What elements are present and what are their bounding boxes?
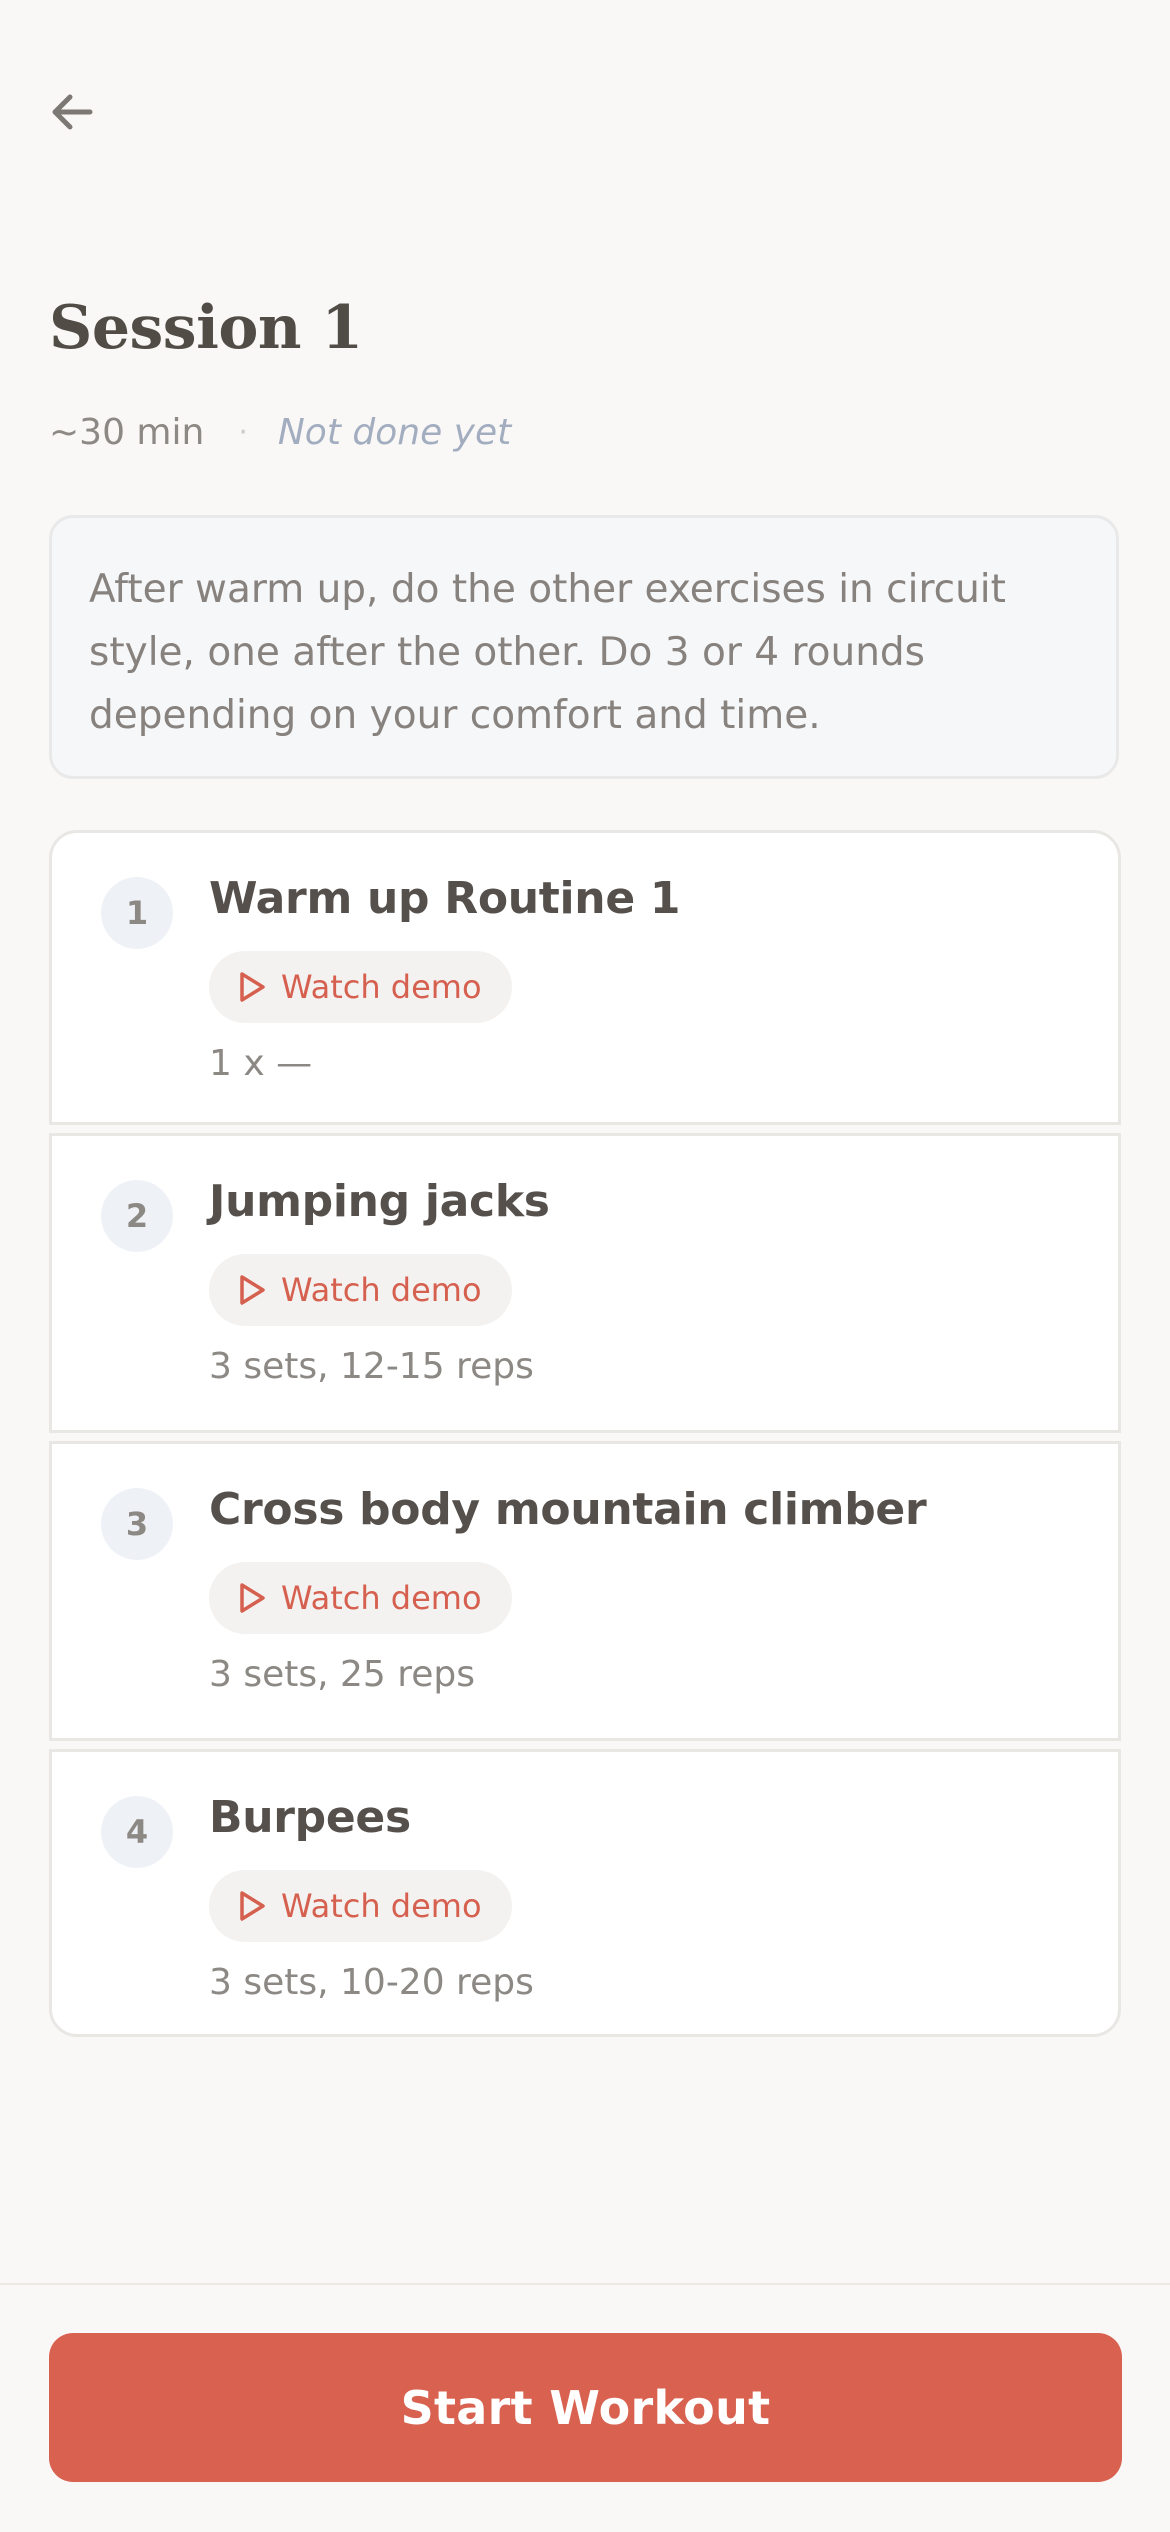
watch-demo-label: Watch demo bbox=[281, 1271, 482, 1309]
exercise-name: Jumping jacks bbox=[209, 1176, 550, 1227]
watch-demo-label: Watch demo bbox=[281, 1579, 482, 1617]
exercise-reps: 1 x — bbox=[209, 1043, 313, 1084]
exercise-list: 1 Warm up Routine 1 Watch demo 1 x — 2 J… bbox=[49, 830, 1121, 2037]
exercise-reps: 3 sets, 10-20 reps bbox=[209, 1962, 534, 2003]
exercise-reps: 3 sets, 25 reps bbox=[209, 1654, 476, 1695]
watch-demo-button[interactable]: Watch demo bbox=[209, 1562, 512, 1634]
exercise-name: Cross body mountain climber bbox=[209, 1484, 927, 1535]
exercise-reps: 3 sets, 12-15 reps bbox=[209, 1346, 534, 1387]
arrow-left-icon bbox=[52, 94, 93, 130]
meta-separator: · bbox=[238, 415, 248, 450]
watch-demo-label: Watch demo bbox=[281, 1887, 482, 1925]
play-icon bbox=[240, 972, 265, 1002]
watch-demo-button[interactable]: Watch demo bbox=[209, 1254, 512, 1326]
page-title: Session 1 bbox=[49, 293, 363, 363]
exercise-name: Burpees bbox=[209, 1792, 411, 1843]
exercise-number: 3 bbox=[101, 1488, 173, 1560]
exercise-item[interactable]: 4 Burpees Watch demo 3 sets, 10-20 reps bbox=[49, 1749, 1121, 2037]
watch-demo-button[interactable]: Watch demo bbox=[209, 1870, 512, 1942]
session-status: Not done yet bbox=[277, 412, 512, 453]
back-button[interactable] bbox=[44, 88, 100, 136]
watch-demo-button[interactable]: Watch demo bbox=[209, 951, 512, 1023]
exercise-item[interactable]: 2 Jumping jacks Watch demo 3 sets, 12-15… bbox=[49, 1133, 1121, 1433]
exercise-item[interactable]: 1 Warm up Routine 1 Watch demo 1 x — bbox=[49, 830, 1121, 1125]
play-icon bbox=[240, 1583, 265, 1613]
exercise-number: 2 bbox=[101, 1180, 173, 1252]
play-icon bbox=[240, 1275, 265, 1305]
exercise-number: 4 bbox=[101, 1796, 173, 1868]
session-duration: ~30 min bbox=[49, 412, 205, 453]
session-note: After warm up, do the other exercises in… bbox=[49, 515, 1119, 779]
watch-demo-label: Watch demo bbox=[281, 968, 482, 1006]
exercise-number: 1 bbox=[101, 877, 173, 949]
footer-divider bbox=[0, 2283, 1170, 2285]
start-workout-button[interactable]: Start Workout bbox=[49, 2333, 1122, 2482]
exercise-item[interactable]: 3 Cross body mountain climber Watch demo… bbox=[49, 1441, 1121, 1741]
play-icon bbox=[240, 1891, 265, 1921]
exercise-name: Warm up Routine 1 bbox=[209, 873, 681, 924]
session-meta: ~30 min · Not done yet bbox=[49, 412, 511, 453]
